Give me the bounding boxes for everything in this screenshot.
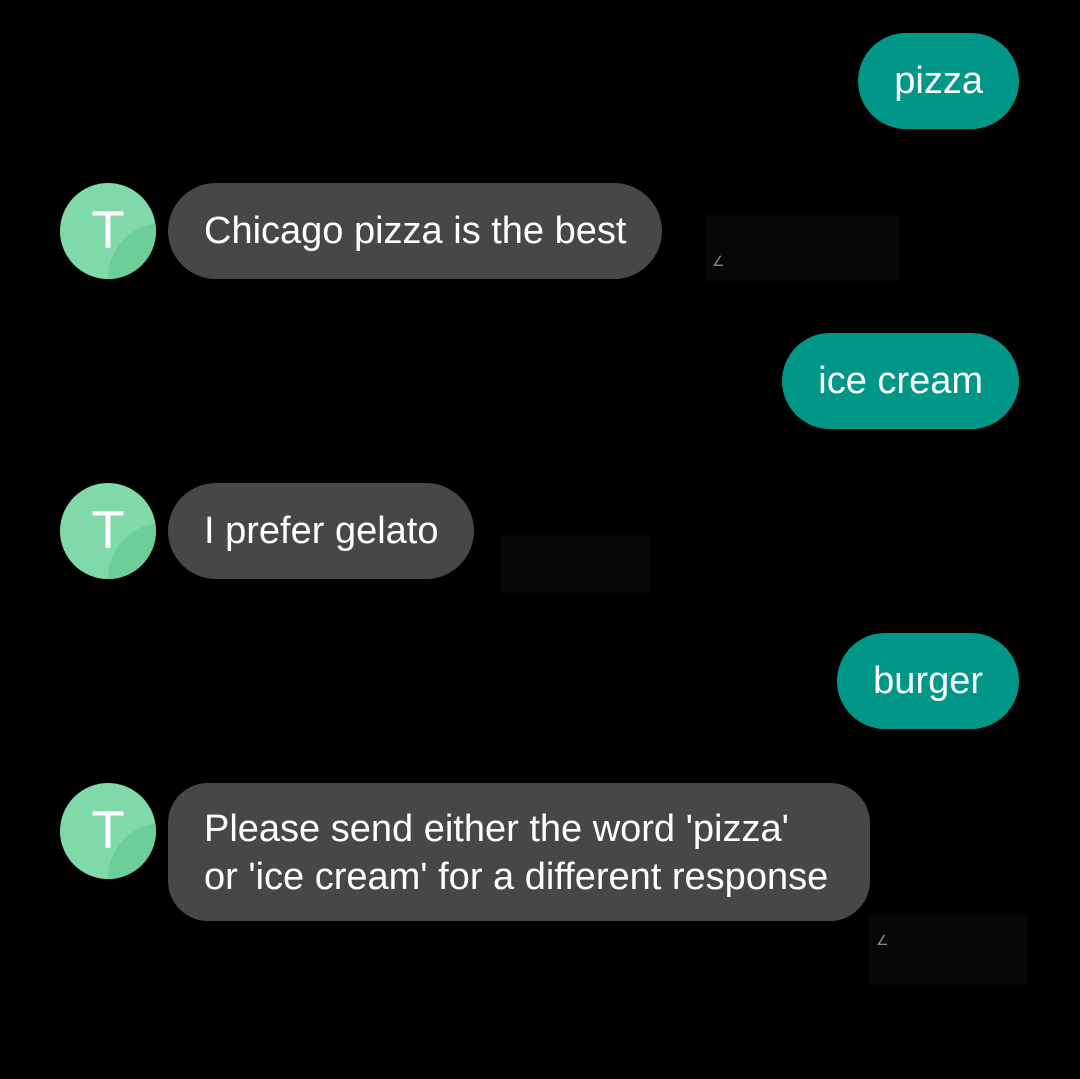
sender-avatar-icon[interactable]: T [60,483,156,579]
sender-avatar-icon[interactable]: T [60,783,156,879]
background-artifact [868,915,1028,985]
background-artifact [705,215,900,281]
incoming-message-bubble[interactable]: I prefer gelato [168,483,475,579]
avatar-initial: T [92,502,124,560]
avatar-initial: T [92,202,124,260]
delivery-mark-icon: ∠ [712,253,725,269]
outgoing-message-bubble[interactable]: ice cream [782,333,1019,429]
avatar-initial: T [92,802,124,860]
outgoing-message-bubble[interactable]: pizza [858,33,1019,129]
outgoing-message-bubble[interactable]: burger [837,633,1019,729]
sender-avatar-icon[interactable]: T [60,183,156,279]
background-artifact [500,535,650,593]
incoming-message-bubble[interactable]: Chicago pizza is the best [168,183,663,279]
conversation-thread: pizza T Chicago pizza is the best ∠ ice … [0,0,1080,1079]
delivery-mark-icon: ∠ [876,932,889,948]
incoming-message-bubble[interactable]: Please send either the word 'pizza' or '… [168,783,870,921]
